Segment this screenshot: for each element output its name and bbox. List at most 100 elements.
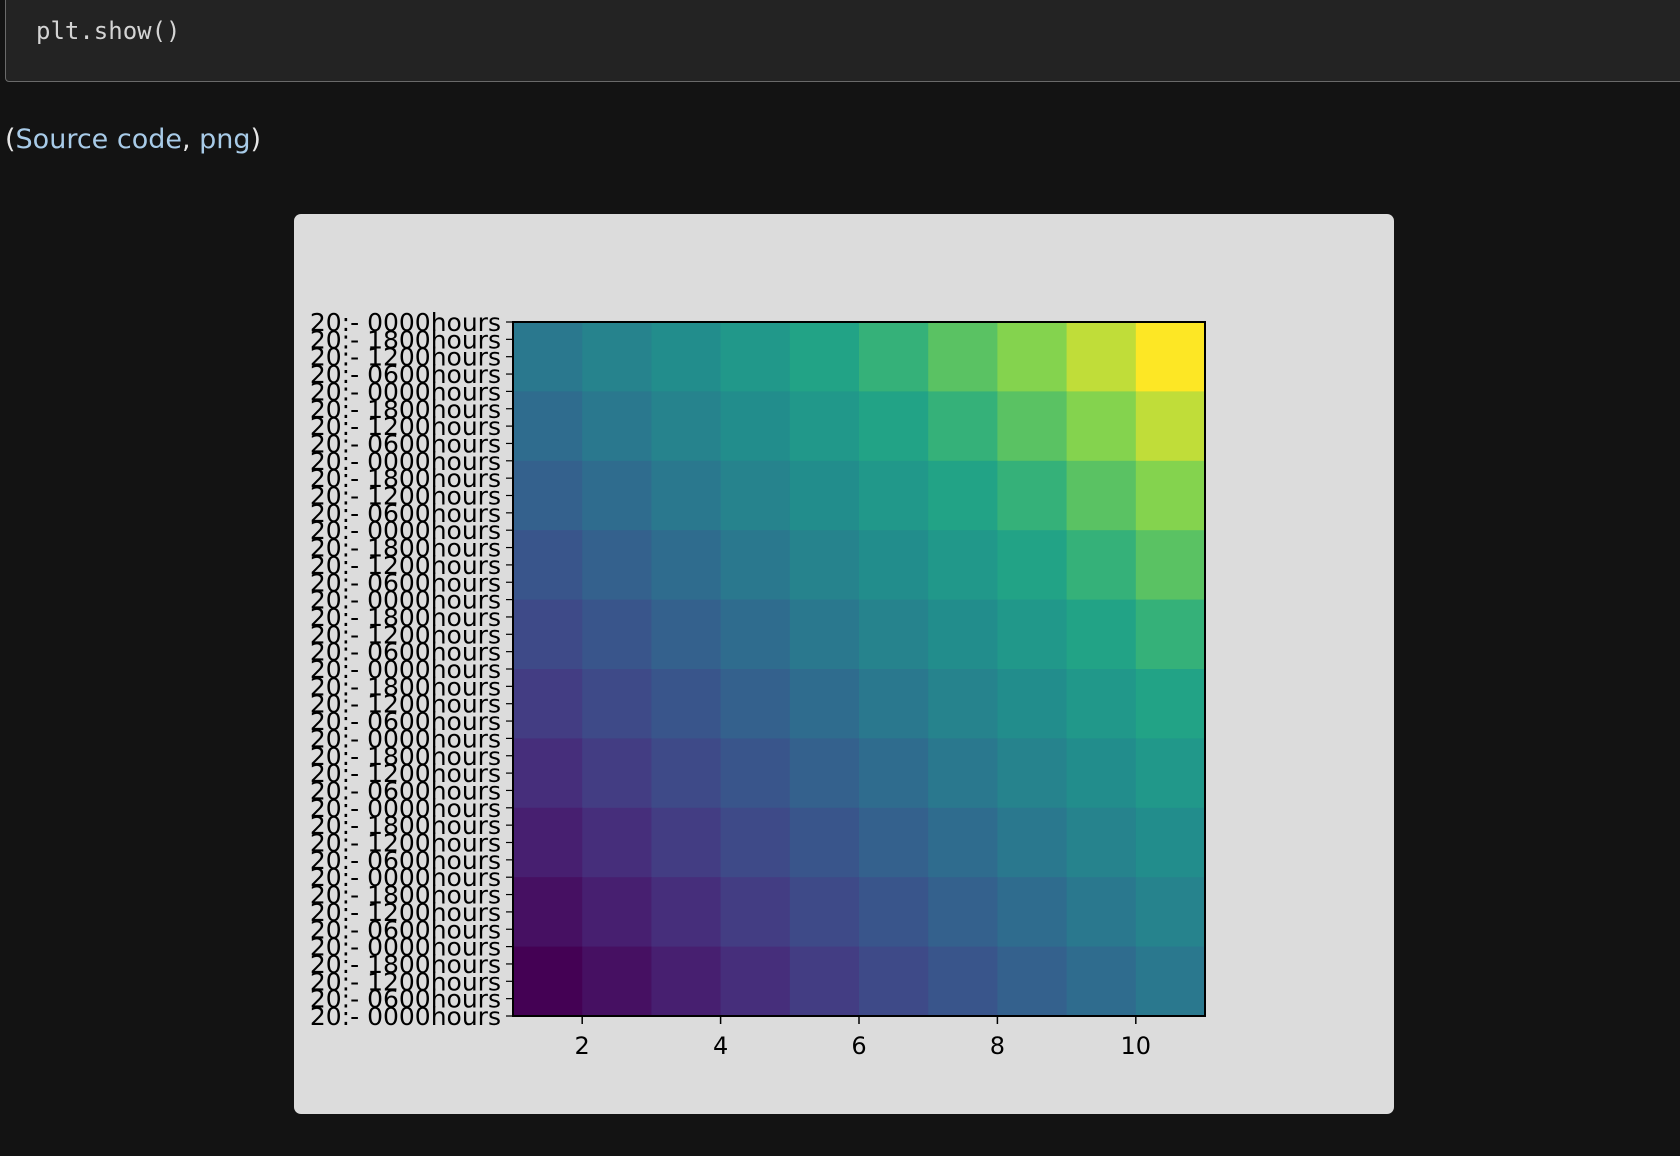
heatmap-cell (651, 669, 722, 739)
source-code-link[interactable]: Source code (16, 124, 182, 155)
heatmap-cell (651, 738, 722, 809)
heatmap-cell (789, 460, 860, 531)
heatmap-cell (859, 669, 929, 739)
heatmap-cell (582, 599, 652, 670)
heatmap-cell (1066, 669, 1137, 739)
heatmap-chart: 2 4 6 8 1020:- 0000hours20:- 0600hours20:- 1… (310, 308, 1206, 1060)
x-tick-label: 4 (713, 1032, 728, 1060)
heatmap-cell (997, 669, 1068, 739)
heatmap-cell (859, 877, 929, 948)
heatmap-cell (859, 946, 929, 1017)
heatmap-cell (789, 599, 860, 670)
heatmap-cell (1135, 599, 1206, 670)
heatmap-cell (789, 322, 860, 392)
heatmap-cell (582, 946, 652, 1017)
heatmap-cell (1066, 599, 1137, 670)
heatmap-cell (513, 946, 583, 1017)
heatmap-cell (513, 460, 583, 531)
heatmap-cell (582, 877, 652, 948)
heatmap-cell (513, 322, 583, 392)
heatmap-cell (582, 738, 652, 809)
heatmap-cell (997, 877, 1068, 948)
heatmap-cell (720, 530, 791, 601)
heatmap-cell (1135, 530, 1206, 601)
heatmap-cell (513, 669, 583, 739)
x-tick-label: 10 (1121, 1032, 1152, 1060)
heatmap-cell (997, 391, 1068, 462)
heatmap-cell (651, 946, 722, 1017)
heatmap-cell (720, 391, 791, 462)
heatmap-cell (651, 599, 722, 670)
heatmap-cell (928, 738, 998, 809)
heatmap-cell (720, 322, 791, 392)
heatmap-cell (928, 946, 998, 1017)
heatmap-cell (859, 322, 929, 392)
heatmap-cell (1135, 877, 1206, 948)
heatmap-cell (859, 807, 929, 878)
heatmap-cell (928, 460, 998, 531)
heatmap-cell (720, 807, 791, 878)
heatmap-cell (720, 460, 791, 531)
heatmap-cell (720, 599, 791, 670)
link-separator: , (181, 124, 200, 155)
heatmap-cell (582, 391, 652, 462)
heatmap-cell (928, 322, 998, 392)
heatmap-cell (513, 807, 583, 878)
heatmap-cell (651, 460, 722, 531)
heatmap-cell (997, 460, 1068, 531)
heatmap-cell (1066, 738, 1137, 809)
heatmap-cell (513, 877, 583, 948)
heatmap-cell (928, 807, 998, 878)
heatmap-cell (997, 946, 1068, 1017)
heatmap-cell (997, 322, 1068, 392)
heatmap-cell (651, 530, 722, 601)
heatmap-cell (859, 460, 929, 531)
heatmap-cell (582, 322, 652, 392)
heatmap-cell (651, 322, 722, 392)
heatmap-cell (582, 807, 652, 878)
heatmap-cell (1135, 669, 1206, 739)
heatmap-cell (720, 669, 791, 739)
heatmap-cell (582, 460, 652, 531)
x-tick-label: 8 (990, 1032, 1005, 1060)
heatmap-cell (1135, 460, 1206, 531)
heatmap-cell (651, 807, 722, 878)
y-tick-label: 20:- 0000hours (310, 308, 501, 337)
heatmap-cell (789, 530, 860, 601)
heatmap-cell (513, 530, 583, 601)
heatmap-cell (720, 877, 791, 948)
heatmap-cell (513, 738, 583, 809)
heatmap-cell (1066, 322, 1137, 392)
source-links: (Source code, png) (5, 124, 261, 155)
heatmap-cell (859, 599, 929, 670)
heatmap-cell (1066, 530, 1137, 601)
heatmap-cell (582, 669, 652, 739)
heatmap-cell (789, 738, 860, 809)
heatmap-cell (1066, 460, 1137, 531)
heatmap-cell (720, 946, 791, 1017)
x-tick-label: 2 (575, 1032, 590, 1060)
heatmap-cell (1135, 738, 1206, 809)
png-link[interactable]: png (199, 124, 250, 155)
figure-panel: 2 4 6 8 10 20:- 0000hours 20:- 0600hours 20:- 1… (294, 214, 1394, 1114)
heatmap-cell (928, 530, 998, 601)
heatmap-cell (997, 807, 1068, 878)
heatmap-cell (859, 391, 929, 462)
heatmap-cell (720, 738, 791, 809)
heatmap-cell (928, 599, 998, 670)
heatmap-cell (513, 599, 583, 670)
heatmap-cell (997, 599, 1068, 670)
heatmap-cell (1135, 391, 1206, 462)
heatmap-cell (997, 530, 1068, 601)
heatmap-cell (1066, 807, 1137, 878)
code-block: plt.show() (5, 0, 1680, 82)
heatmap-cell (1066, 877, 1137, 948)
heatmap-cell (997, 738, 1068, 809)
heatmap-cell (789, 669, 860, 739)
heatmap-cell (928, 669, 998, 739)
heatmap-cell (651, 877, 722, 948)
heatmap-cell (1135, 807, 1206, 878)
heatmap-cell (1066, 946, 1137, 1017)
code-line: plt.show() (36, 17, 181, 45)
paren-close: ) (250, 124, 262, 155)
